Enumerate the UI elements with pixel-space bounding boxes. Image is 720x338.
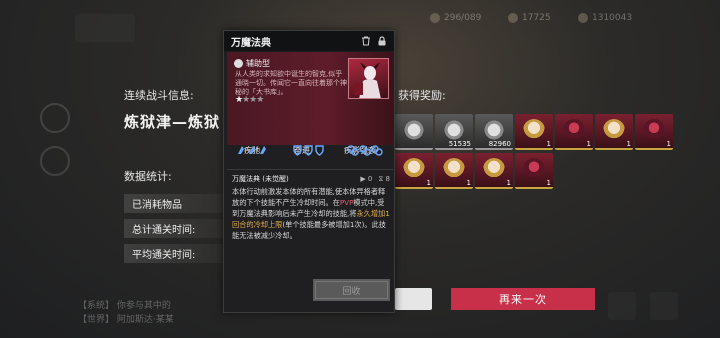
side-menu-icon[interactable] — [40, 103, 70, 133]
resource-value: 296/089 — [444, 13, 482, 23]
menu-shortcut-icon[interactable] — [608, 292, 636, 320]
stat-row-items: 已消耗物品 — [124, 194, 234, 213]
reward-count: 1 — [426, 179, 431, 187]
shield-icon — [292, 144, 326, 159]
reward-item-icon — [603, 119, 625, 141]
rating-star: ★ — [256, 95, 264, 105]
reward-item-icon — [483, 158, 505, 180]
reward-item-icon — [443, 119, 465, 141]
reward-count: 1 — [466, 179, 471, 187]
item-card: 辅助型 从人类的求知欲中诞生的智克,似乎通晓一切。传闻它一直向往着那个神秘的「大… — [227, 52, 393, 155]
item-portrait — [348, 58, 389, 99]
reward-item[interactable]: 1 — [395, 153, 433, 189]
resource-counter-3: 1310043 — [578, 10, 632, 26]
stat-row-total-time: 总计通关时间: — [124, 219, 234, 238]
resource-icon — [430, 13, 440, 23]
reward-item-icon — [523, 158, 545, 180]
skill-cooldown: ⧖ 8 — [378, 174, 390, 183]
resource-icon — [508, 13, 518, 23]
reward-item-icon — [403, 158, 425, 180]
skill-sp-value: 0 — [367, 174, 373, 183]
support-type-icon — [234, 59, 243, 68]
reward-item[interactable]: 1 — [595, 114, 633, 150]
chat-line-world: 【世界】 阿加斯达·某某 — [78, 315, 174, 325]
reward-item-icon — [523, 119, 545, 141]
reward-item-icon — [483, 119, 505, 141]
resource-icon — [578, 13, 588, 23]
stat-row-avg-time: 平均通关时间: — [124, 244, 234, 263]
skill-cooldown-value: 8 — [385, 174, 390, 183]
skill-description: 本体行动前激发本体的所有潜能,使本体异格者释放的下个技能不产生冷却时间。在PVP… — [232, 186, 390, 241]
link-icon — [346, 144, 383, 159]
reward-item[interactable]: 82960 — [475, 114, 513, 150]
popup-title: 万魔法典 — [231, 37, 271, 49]
resource-value: 1310043 — [592, 13, 633, 23]
skill-sp: ▶ 0 — [360, 174, 373, 183]
side-menu-icon[interactable] — [40, 146, 70, 176]
chat-line-system: 【系统】 你参与其中的 — [78, 301, 171, 311]
reward-item-icon — [443, 158, 465, 180]
item-rating: ★★★★ — [235, 95, 264, 105]
resource-value: 17725 — [522, 13, 551, 23]
reward-count: 51535 — [448, 140, 471, 148]
divider — [227, 169, 393, 170]
skill-title: 万魔法典 (未觉醒) — [232, 175, 289, 183]
item-type-label: 辅助型 — [246, 59, 270, 68]
reward-count: 1 — [586, 140, 591, 148]
battle-info-label: 连续战斗信息: — [124, 89, 194, 102]
item-type: 辅助型 — [234, 58, 270, 69]
reward-count: 1 — [546, 140, 551, 148]
header-banner — [75, 14, 135, 42]
reward-item[interactable]: 1 — [515, 114, 553, 150]
reward-item-icon — [643, 119, 665, 141]
stage-name: 炼狱津—炼狱 — [124, 113, 221, 131]
reward-item[interactable]: 1 — [515, 153, 553, 189]
dash-icon — [237, 144, 271, 159]
lock-icon[interactable] — [376, 35, 388, 47]
menu-shortcut-icon[interactable] — [650, 292, 678, 320]
popup-header: 万魔法典 — [224, 31, 394, 51]
recycle-button[interactable]: 回收 — [313, 279, 390, 301]
resource-counter-1: 296/089 — [430, 10, 481, 26]
reward-count: 1 — [666, 140, 671, 148]
play-again-button[interactable]: 再来一次 — [451, 288, 595, 310]
skill-text-pvp: PVP — [339, 198, 354, 207]
trash-icon[interactable] — [360, 35, 372, 47]
item-description: 从人类的求知欲中诞生的智克,似乎通晓一切。传闻它一直向往着那个神秘的「大书库」。 — [235, 70, 347, 96]
stats-label: 数据统计: — [124, 170, 172, 183]
reward-item[interactable]: 1 — [435, 153, 473, 189]
reward-count: 1 — [506, 179, 511, 187]
item-detail-popup: 万魔法典 辅助型 从人类的求知欲中诞生的智克,似乎通晓一切。传闻它一直向往着那个… — [223, 30, 395, 313]
reward-item-icon — [563, 119, 585, 141]
reward-count: 82960 — [488, 140, 511, 148]
rewards-label: 获得奖励: — [398, 89, 446, 102]
reward-item[interactable]: 1 — [635, 114, 673, 150]
resource-counter-2: 17725 — [508, 10, 551, 26]
reward-item-icon — [403, 119, 425, 141]
skill-header: 万魔法典 (未觉醒) ▶ 0 ⧖ 8 — [232, 174, 390, 184]
recycle-label: 回收 — [315, 281, 388, 299]
reward-item[interactable]: 1 — [555, 114, 593, 150]
reward-item[interactable]: 1 — [475, 153, 513, 189]
confirm-button[interactable] — [395, 288, 432, 310]
reward-count: 1 — [626, 140, 631, 148]
reward-item[interactable]: 51535 — [435, 114, 473, 150]
reward-count: 1 — [546, 179, 551, 187]
tag-icon-row — [227, 144, 393, 159]
reward-item[interactable] — [395, 114, 433, 150]
